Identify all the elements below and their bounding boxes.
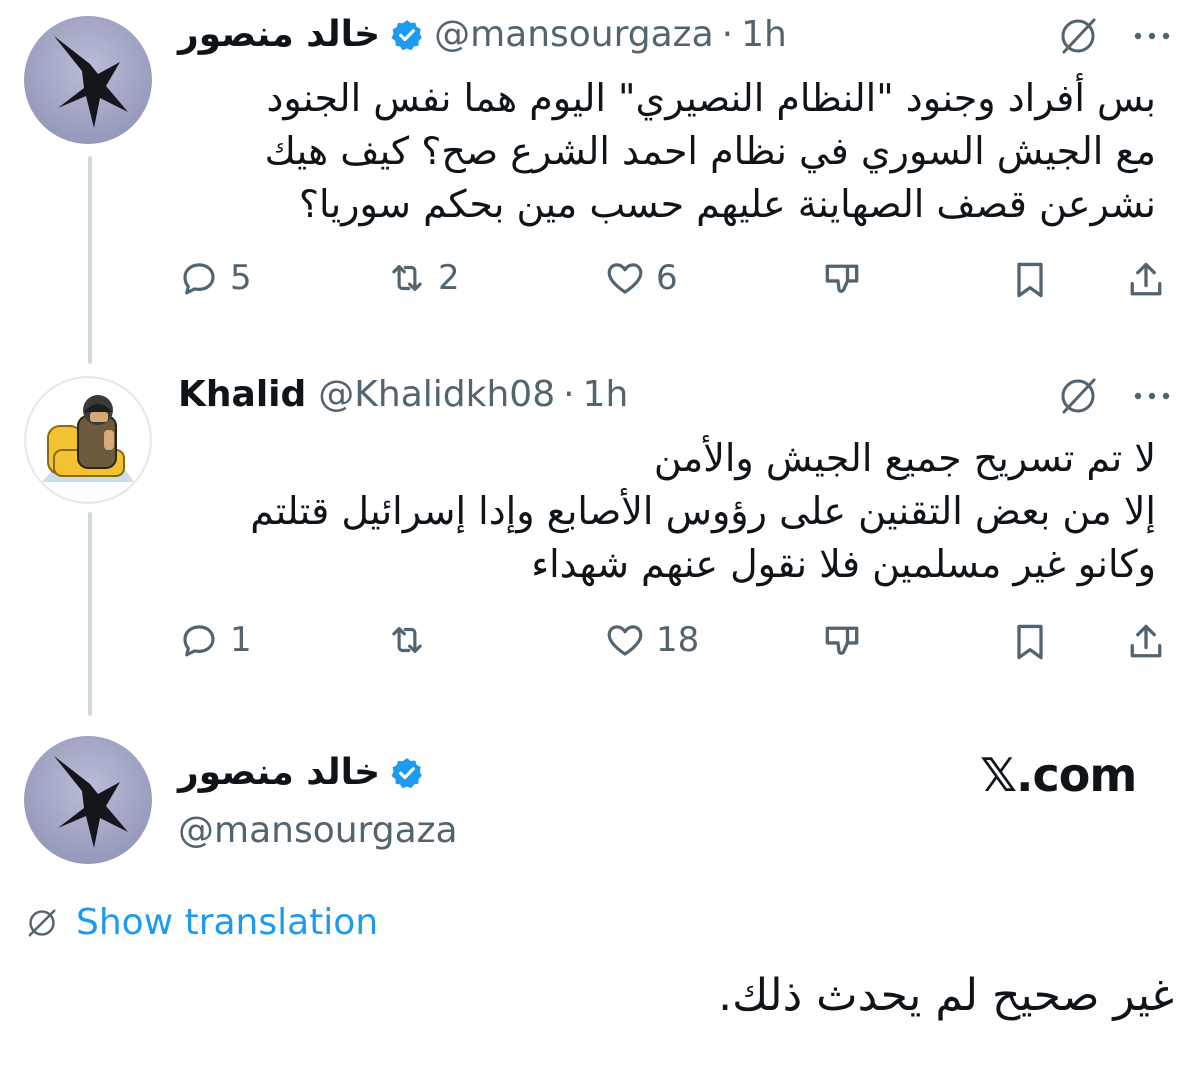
more-icon[interactable] <box>1130 374 1174 422</box>
share-button[interactable] <box>1124 258 1168 306</box>
reply-icon <box>183 263 215 295</box>
repost-button[interactable] <box>386 619 438 661</box>
avatar[interactable] <box>24 736 152 864</box>
user-handle[interactable]: @mansourgaza <box>434 14 714 55</box>
dislike-icon <box>825 626 859 655</box>
bookmark-icon <box>1017 624 1043 660</box>
show-translation-link[interactable]: Show translation <box>24 902 378 943</box>
thread-line-1 <box>88 156 92 364</box>
separator-dot: · <box>721 14 734 55</box>
thread-line-2 <box>88 512 92 716</box>
like-button[interactable]: 6 <box>604 257 678 299</box>
reply-icon <box>183 625 215 657</box>
reply-button[interactable]: 5 <box>178 257 252 299</box>
tweet-text-line: مع الجيش السوري في نظام احمد الشرع صح؟ ك… <box>264 129 1156 173</box>
user-handle[interactable]: @Khalidkh08 <box>318 374 555 415</box>
dislike-button[interactable] <box>820 620 864 668</box>
separator-dot: · <box>563 374 575 415</box>
timestamp[interactable]: 1h <box>741 14 787 55</box>
avatar[interactable] <box>24 16 152 144</box>
display-name[interactable]: خالد منصور <box>178 14 380 55</box>
heart-icon <box>607 263 643 294</box>
grok-icon[interactable] <box>1056 14 1100 62</box>
like-button[interactable]: 18 <box>604 619 699 661</box>
main-tweet-text: غير صحيح لم يحدث ذلك. <box>718 970 1174 1021</box>
tweet-header: Khalid @Khalidkh08 · 1h <box>178 374 628 415</box>
tweet-text: بس أفراد وجنود "النظام النصيري" اليوم هم… <box>176 72 1156 231</box>
share-icon <box>1130 624 1162 658</box>
repost-button[interactable]: 2 <box>386 257 460 299</box>
more-icon[interactable] <box>1130 14 1174 62</box>
tweet-text-line: وكانو غير مسلمين فلا نقول عنهم شهداء <box>531 542 1156 586</box>
tweet-header: خالد منصور @mansourgaza · 1h <box>178 14 787 55</box>
tweet-text-line: لا تم تسريح جميع الجيش والأمن <box>653 436 1156 480</box>
share-icon <box>1130 262 1162 296</box>
translate-icon <box>28 909 56 936</box>
heart-icon <box>607 625 643 656</box>
display-name[interactable]: Khalid <box>178 374 306 415</box>
verified-badge-icon <box>391 19 422 50</box>
site-label: 𝕏.com <box>980 748 1137 802</box>
tweet-text-line: بس أفراد وجنود "النظام النصيري" اليوم هم… <box>266 76 1156 120</box>
like-count: 18 <box>656 620 700 660</box>
timestamp[interactable]: 1h <box>583 374 629 415</box>
reply-count: 5 <box>230 258 252 298</box>
display-name[interactable]: خالد منصور <box>178 752 380 793</box>
bookmark-icon <box>1017 262 1043 298</box>
tweet-text-line: نشرعن قصف الصهاينة عليهم حسب مين بحكم سو… <box>298 182 1156 226</box>
tweet-text-line: إلا من بعض التقنين على رؤوس الأصابع وإدا… <box>250 489 1156 533</box>
grok-icon[interactable] <box>1056 374 1100 422</box>
repost-icon <box>392 627 422 653</box>
bookmark-button[interactable] <box>1008 620 1052 668</box>
user-handle[interactable]: @mansourgaza <box>178 810 458 851</box>
dislike-button[interactable] <box>820 258 864 306</box>
tweet-text: لا تم تسريح جميع الجيش والأمن إلا من بعض… <box>176 432 1156 591</box>
like-count: 6 <box>656 258 678 298</box>
repost-icon <box>392 265 422 291</box>
show-translation-label: Show translation <box>76 902 379 943</box>
verified-badge-icon <box>391 757 422 788</box>
reply-button[interactable]: 1 <box>178 619 252 661</box>
dislike-icon <box>825 264 859 293</box>
repost-count: 2 <box>438 258 460 298</box>
reply-count: 1 <box>230 620 252 660</box>
bookmark-button[interactable] <box>1008 258 1052 306</box>
share-button[interactable] <box>1124 620 1168 668</box>
main-tweet-header: خالد منصور <box>178 752 434 793</box>
avatar[interactable] <box>24 376 152 504</box>
